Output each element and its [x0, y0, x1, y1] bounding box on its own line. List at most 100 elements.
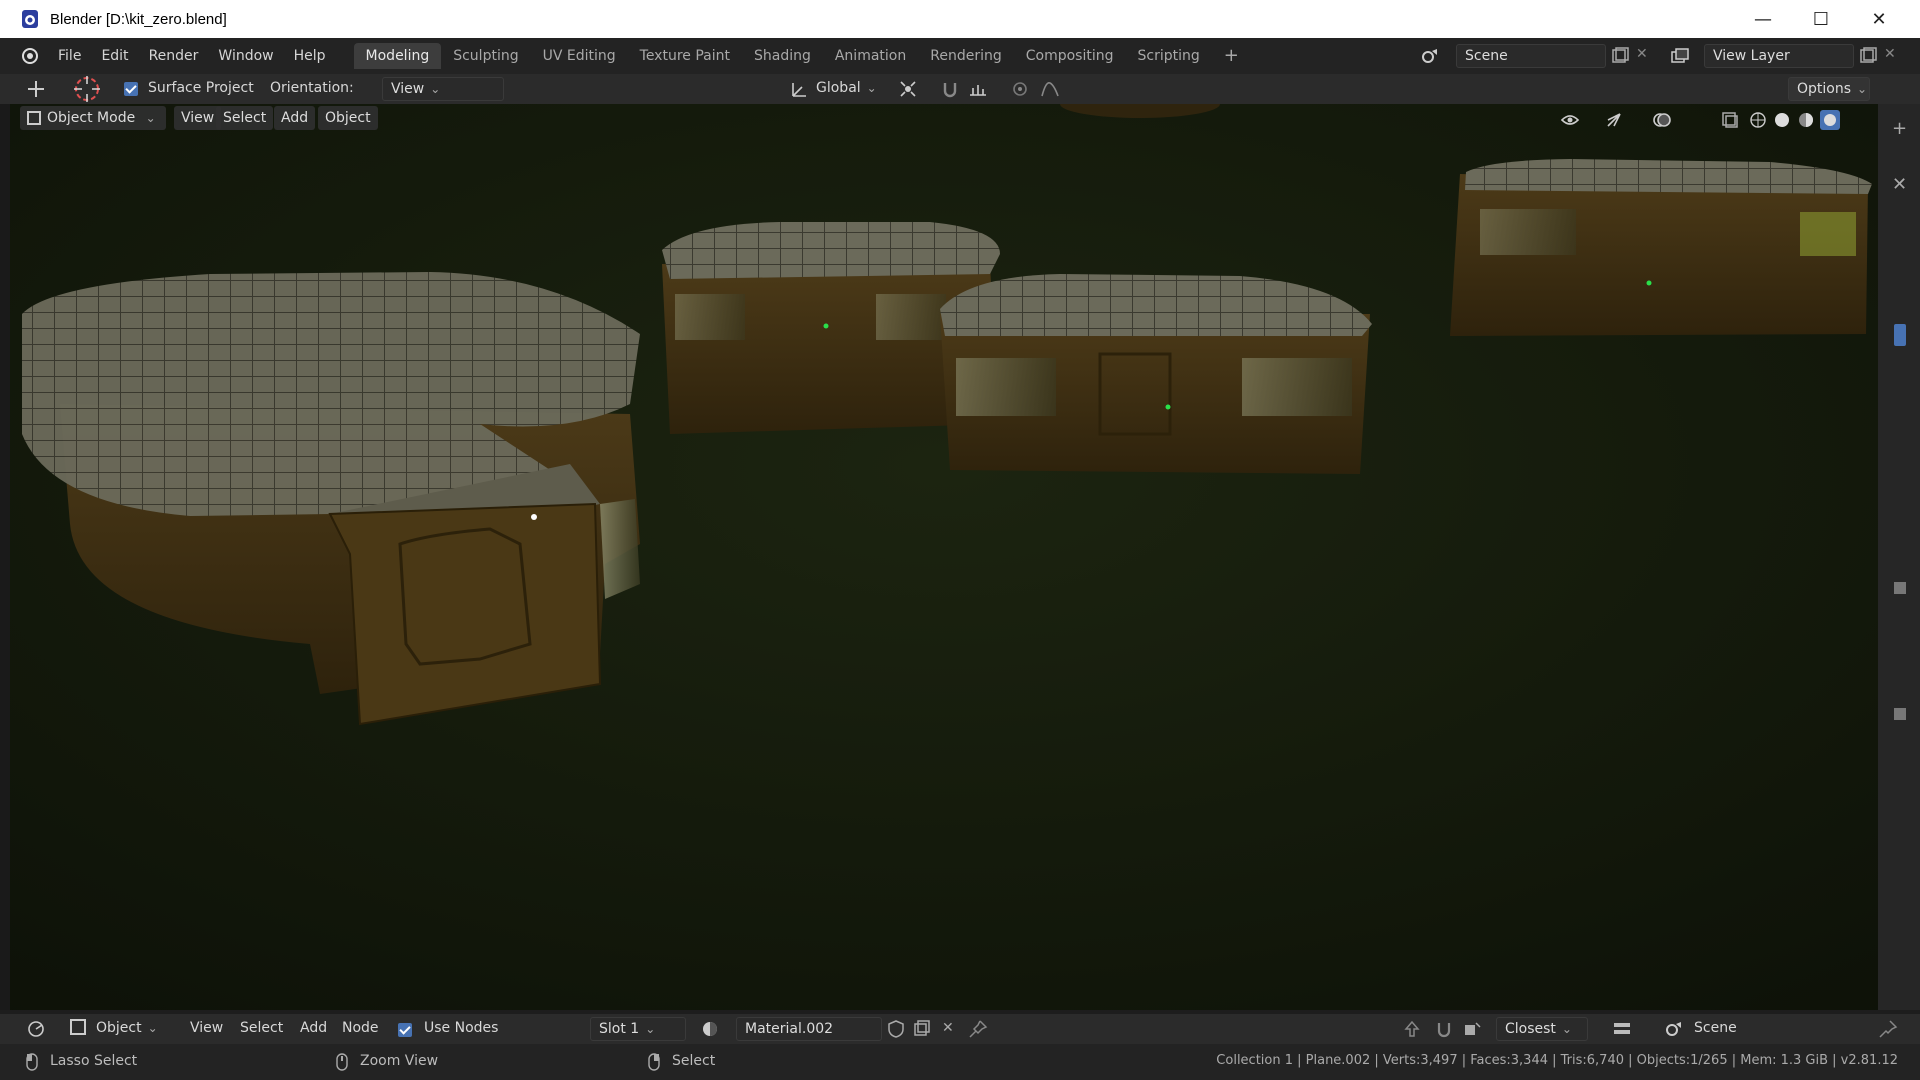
- minimize-button[interactable]: —: [1734, 0, 1792, 38]
- menu-window[interactable]: Window: [208, 48, 283, 64]
- tab-shading[interactable]: Shading: [742, 43, 823, 69]
- lasso-select-hint: Lasso Select: [50, 1053, 138, 1069]
- proportional-falloff-icon[interactable]: [1040, 79, 1060, 99]
- tab-modeling[interactable]: Modeling: [353, 43, 442, 69]
- scene-icon[interactable]: [1420, 46, 1440, 66]
- viewport-add-menu[interactable]: Add: [274, 106, 316, 130]
- wireframe-shading-icon[interactable]: [1748, 110, 1768, 130]
- orientation-dropdown[interactable]: View: [382, 77, 504, 101]
- tab-texture-paint[interactable]: Texture Paint: [628, 43, 742, 69]
- overlays-icon[interactable]: [1652, 110, 1672, 130]
- tab-rendering[interactable]: Rendering: [918, 43, 1014, 69]
- right-sidebar-strip: + ✕: [1878, 104, 1920, 1010]
- node-snap-icon[interactable]: [1434, 1019, 1454, 1039]
- 3d-cursor-icon[interactable]: [70, 74, 104, 104]
- shader-add-menu[interactable]: Add: [300, 1020, 327, 1036]
- fake-user-shield-icon[interactable]: [886, 1019, 906, 1039]
- view-layer-icon[interactable]: [1670, 46, 1690, 66]
- shader-editor-header: Object View Select Add Node Use Nodes Sl…: [0, 1014, 1920, 1044]
- close-window-button[interactable]: ✕: [1850, 0, 1908, 38]
- shader-node-menu[interactable]: Node: [342, 1020, 379, 1036]
- menu-edit[interactable]: Edit: [91, 48, 138, 64]
- panel-icon-a[interactable]: [1894, 582, 1906, 594]
- pivot-point-icon[interactable]: [898, 79, 918, 99]
- menu-file[interactable]: File: [48, 48, 91, 64]
- scene-statistics: Collection 1 | Plane.002 | Verts:3,497 |…: [1216, 1053, 1898, 1068]
- viewport-select-menu[interactable]: Select: [216, 106, 274, 130]
- mouse-left-icon: [26, 1053, 38, 1071]
- tool-settings-bar: Surface Project Orientation: View Global…: [0, 74, 1920, 104]
- material-name-field[interactable]: Material.002: [736, 1017, 882, 1041]
- snap-target-icon[interactable]: [1462, 1019, 1482, 1039]
- left-edge-strip: [0, 104, 10, 1010]
- delete-view-layer-icon[interactable]: ✕: [1884, 46, 1896, 62]
- delete-scene-icon[interactable]: ✕: [1636, 46, 1648, 62]
- object-mode-label: Object Mode: [47, 110, 136, 126]
- menu-render[interactable]: Render: [139, 48, 209, 64]
- maximize-button[interactable]: ☐: [1792, 0, 1850, 38]
- zoom-view-hint: Zoom View: [360, 1053, 439, 1069]
- window-title: Blender [D:\kit_zero.blend]: [50, 10, 227, 28]
- object-mode-dropdown[interactable]: Object Mode: [20, 106, 166, 130]
- solid-shading-icon[interactable]: [1772, 110, 1792, 130]
- menu-help[interactable]: Help: [284, 48, 336, 64]
- pin-icon[interactable]: [968, 1019, 988, 1039]
- panel-icon-b[interactable]: [1894, 708, 1906, 720]
- editor-type-icon[interactable]: [26, 1019, 46, 1039]
- options-dropdown[interactable]: Options: [1788, 77, 1870, 101]
- mouse-middle-icon: [336, 1053, 348, 1071]
- tab-compositing[interactable]: Compositing: [1014, 43, 1126, 69]
- shader-select-menu[interactable]: Select: [240, 1020, 283, 1036]
- new-scene-icon[interactable]: [1610, 46, 1630, 66]
- tab-sculpting[interactable]: Sculpting: [441, 43, 530, 69]
- scene-selector[interactable]: Scene: [1456, 44, 1606, 68]
- snap-mode-dropdown[interactable]: Closest: [1496, 1017, 1588, 1041]
- object-icon: [70, 1019, 86, 1035]
- building-middle-front: [940, 274, 1372, 474]
- view-layer-selector[interactable]: View Layer: [1704, 44, 1854, 68]
- parent-node-icon[interactable]: [1402, 1019, 1422, 1039]
- surface-project-label: Surface Project: [148, 80, 254, 96]
- window-title-bar: Blender [D:\kit_zero.blend] — ☐ ✕: [0, 0, 1920, 38]
- transform-orientation-icon: [792, 83, 806, 97]
- material-shading-icon[interactable]: [1796, 110, 1816, 130]
- tab-animation[interactable]: Animation: [823, 43, 918, 69]
- tab-uv-editing[interactable]: UV Editing: [531, 43, 628, 69]
- duplicate-material-icon[interactable]: [912, 1019, 932, 1039]
- add-workspace-button[interactable]: +: [1212, 43, 1251, 69]
- unlink-material-icon[interactable]: ✕: [942, 1020, 954, 1036]
- transform-orientation-dropdown[interactable]: Global: [816, 80, 877, 96]
- snap-toggle-icon[interactable]: [940, 79, 960, 99]
- blender-menu-icon[interactable]: [20, 46, 40, 66]
- tab-scripting[interactable]: Scripting: [1126, 43, 1212, 69]
- snap-element-icon[interactable]: [968, 79, 988, 99]
- material-browse-icon[interactable]: [700, 1019, 720, 1039]
- use-nodes-label: Use Nodes: [424, 1020, 499, 1036]
- pin-scene-icon[interactable]: [1878, 1019, 1898, 1039]
- transform-tool-icon[interactable]: [26, 79, 46, 99]
- properties-tab-icon[interactable]: [1894, 324, 1906, 346]
- 3d-viewport[interactable]: Object Mode View Select Add Object: [10, 104, 1878, 1010]
- shader-type-dropdown[interactable]: Object: [96, 1020, 158, 1036]
- proportional-editing-icon[interactable]: [1010, 79, 1030, 99]
- viewport-object-menu[interactable]: Object: [318, 106, 378, 130]
- close-panel-icon[interactable]: ✕: [1892, 174, 1907, 195]
- blender-logo-icon: [22, 10, 38, 28]
- xray-icon[interactable]: [1720, 110, 1740, 130]
- editor-menu-icon[interactable]: [1612, 1019, 1632, 1039]
- select-hint: Select: [672, 1053, 716, 1069]
- use-nodes-checkbox[interactable]: [398, 1022, 420, 1038]
- scene-pin-icon: [1666, 1022, 1681, 1036]
- new-view-layer-icon[interactable]: [1858, 46, 1878, 66]
- gizmo-icon[interactable]: [1604, 110, 1624, 130]
- viewport-view-menu[interactable]: View: [174, 106, 222, 130]
- shader-scene-label[interactable]: Scene: [1694, 1020, 1737, 1036]
- surface-project-checkbox[interactable]: [124, 81, 146, 97]
- shader-view-menu[interactable]: View: [190, 1020, 223, 1036]
- building-right: [1450, 159, 1872, 336]
- visibility-icon[interactable]: [1560, 110, 1580, 130]
- mouse-right-icon: [648, 1053, 660, 1071]
- material-slot-dropdown[interactable]: Slot 1: [590, 1017, 686, 1041]
- rendered-shading-icon[interactable]: [1820, 110, 1840, 130]
- zoom-in-icon[interactable]: +: [1892, 118, 1907, 139]
